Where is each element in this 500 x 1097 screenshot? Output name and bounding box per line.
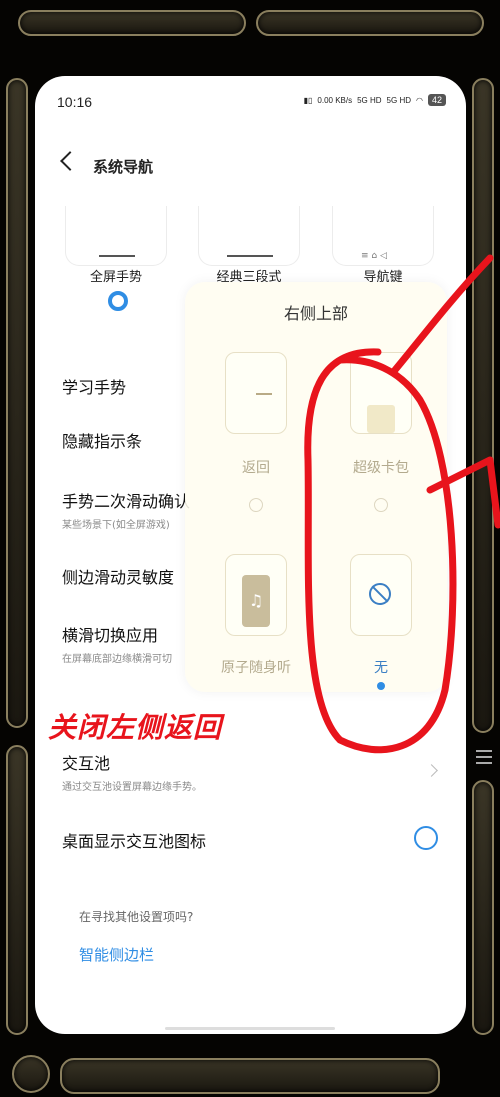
card-pack-icon — [367, 405, 395, 433]
edge-action-popup: 右侧上部 返回 超级卡包 ♫ 原子随身听 无 — [185, 282, 447, 692]
setting-interaction-pool[interactable]: 交互池 通过交互池设置屏幕边缘手势。 — [62, 750, 202, 793]
setting-show-pool-icon[interactable]: 桌面显示交互池图标 — [62, 828, 206, 852]
toggle-show-pool-icon[interactable] — [414, 826, 438, 850]
row-subtitle: 某些场景下(如全屏游戏) — [62, 520, 170, 531]
frame-bar-right-lower — [472, 780, 494, 1035]
row-subtitle: 通过交互池设置屏幕边缘手势。 — [62, 782, 202, 793]
annotation-caption: 关闭左侧返回 — [48, 711, 223, 744]
row-title: 交互池 — [62, 754, 111, 773]
option-label-back: 返回 — [242, 460, 270, 476]
frame-bar-right-upper — [472, 78, 494, 733]
status-time: 10:16 — [57, 94, 93, 110]
nav-radio-gesture-selected[interactable] — [108, 291, 128, 311]
setting-edge-sensitivity[interactable]: 侧边滑动灵敏度 — [62, 564, 174, 588]
sim2-signal: 5G HD — [386, 95, 411, 105]
chevron-right-icon — [425, 764, 438, 777]
vibrate-icon: ▮▯ — [303, 95, 313, 105]
option-card-card-pack[interactable] — [350, 352, 412, 434]
option-label-none: 无 — [374, 660, 388, 676]
music-note-icon: ♫ — [242, 575, 270, 627]
setting-learn-gesture[interactable]: 学习手势 — [62, 374, 126, 398]
row-title: 手势二次滑动确认 — [62, 492, 191, 511]
page-title: 系统导航 — [93, 158, 154, 176]
battery-icon: 42 — [427, 94, 446, 106]
device-frame: 10:16 ▮▯ 0.00 KB/s 5G HD 5G HD ◠ 42 系统导航… — [0, 0, 500, 1097]
nav-preview-classic[interactable] — [198, 206, 300, 266]
row-title: 桌面显示交互池图标 — [62, 832, 207, 851]
back-arrow-icon[interactable] — [60, 151, 80, 171]
frame-knob — [12, 1055, 50, 1093]
setting-hide-bar[interactable]: 隐藏指示条 — [62, 428, 142, 452]
option-card-none[interactable] — [350, 554, 412, 636]
option-card-back[interactable] — [225, 352, 287, 434]
nav-keys-icon: ≡ ⌂ ◁ — [361, 251, 387, 261]
frame-bar-left-lower — [6, 745, 28, 1035]
status-icons: ▮▯ 0.00 KB/s 5G HD 5G HD ◠ 42 — [304, 94, 446, 106]
row-title: 侧边滑动灵敏度 — [62, 568, 175, 587]
option-radio-back[interactable] — [249, 498, 263, 512]
nav-label-gesture: 全屏手势 — [89, 270, 142, 285]
nav-preview-keys[interactable]: ≡ ⌂ ◁ — [332, 206, 434, 266]
option-label-card-pack: 超级卡包 — [353, 460, 409, 476]
sim1-signal: 5G HD — [357, 95, 382, 105]
gesture-handle — [99, 255, 135, 257]
page-header: 系统导航 — [35, 148, 466, 184]
frame-bar-top-right — [256, 10, 484, 36]
popup-title: 右侧上部 — [283, 304, 348, 323]
footer-hint: 在寻找其他设置项吗? — [79, 910, 194, 924]
prohibited-icon — [369, 583, 391, 605]
row-title: 隐藏指示条 — [62, 432, 143, 451]
option-card-music[interactable]: ♫ — [225, 554, 287, 636]
classic-handle — [227, 255, 273, 257]
setting-swipe-switch[interactable]: 横滑切换应用 在屏幕底部边缘横滑可切 — [62, 622, 172, 665]
setting-second-swipe[interactable]: 手势二次滑动确认 某些场景下(如全屏游戏) — [62, 488, 190, 531]
option-radio-none-selected[interactable] — [377, 682, 385, 690]
option-label-music: 原子随身听 — [221, 660, 291, 676]
menu-icon[interactable] — [476, 750, 492, 764]
row-title: 学习手势 — [62, 378, 127, 397]
status-bar: 10:16 ▮▯ 0.00 KB/s 5G HD 5G HD ◠ 42 — [35, 76, 466, 128]
row-subtitle: 在屏幕底部边缘横滑可切 — [62, 654, 172, 665]
home-indicator — [165, 1027, 335, 1030]
back-gesture-icon — [256, 393, 272, 395]
frame-bar-left-upper — [6, 78, 28, 728]
row-title: 横滑切换应用 — [62, 626, 159, 645]
wifi-icon: ◠ — [416, 95, 423, 105]
phone-screen: 10:16 ▮▯ 0.00 KB/s 5G HD 5G HD ◠ 42 系统导航… — [35, 76, 466, 1034]
option-radio-card-pack[interactable] — [374, 498, 388, 512]
nav-preview-gesture[interactable] — [65, 206, 167, 266]
network-speed: 0.00 KB/s — [317, 95, 353, 105]
frame-bar-top-left — [18, 10, 246, 36]
frame-bar-bottom — [60, 1058, 440, 1094]
smart-sidebar-link[interactable]: 智能侧边栏 — [79, 944, 154, 965]
